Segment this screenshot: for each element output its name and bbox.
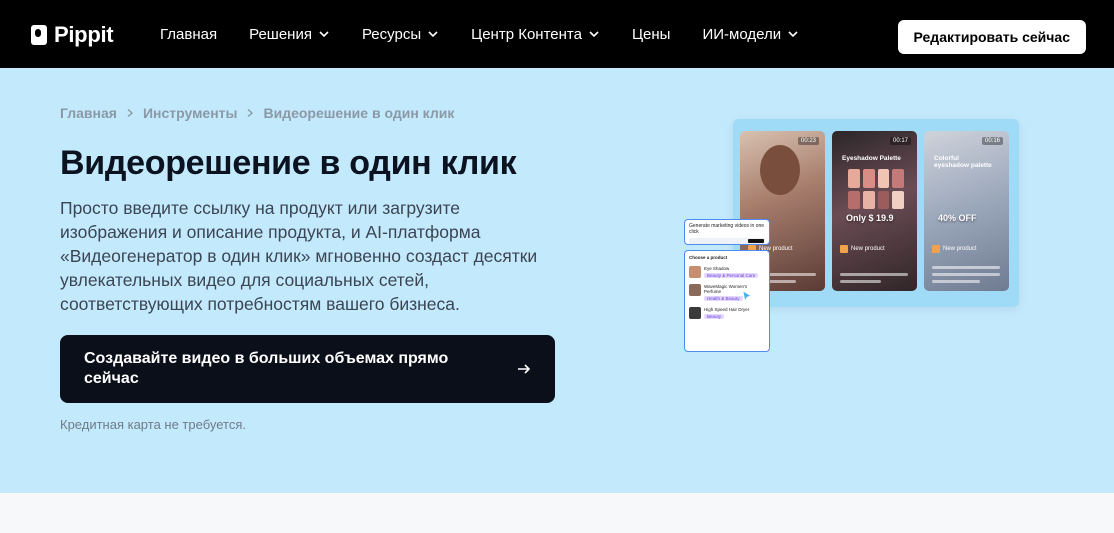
main-menu: Главная Решения Ресурсы Центр Контента Ц… [160,0,799,68]
list-item: WaveMagic Women's Perfume Health & Beauty [689,284,765,301]
nav-item-home[interactable]: Главная [160,26,217,43]
chevron-down-icon [788,31,798,38]
nav-item-label: Ресурсы [361,25,422,43]
new-product-label: New product [932,245,977,253]
video-duration: 00:23 [797,137,819,145]
breadcrumb-tools[interactable]: Инструменты [143,105,238,121]
cursor-icon [742,290,752,302]
chevron-right-icon [127,108,134,118]
video-duration: 00:16 [981,137,1003,145]
caption-bars [932,262,1000,283]
prompt-card: Generate marketing videos in one click [684,219,770,245]
arrow-right-icon [518,364,531,374]
breadcrumb: Главная Инструменты Видеорешение в один … [60,105,454,121]
nav-item-label: ИИ-модели [702,25,782,43]
prompt-card-title: Generate marketing videos in one click [689,223,765,235]
nav-item-ai-models[interactable]: ИИ-модели [702,26,799,43]
no-credit-card-note: Кредитная карта не требуется. [60,417,246,432]
nav-item-solutions[interactable]: Решения [249,26,330,43]
page-title: Видеорешение в один клик [60,144,517,182]
product-thumbnail [689,266,701,278]
hero-description: Просто введите ссылку на продукт или заг… [60,198,538,314]
nav-item-label: Центр Контента [471,25,582,43]
presenter-image [760,145,800,195]
caption-bars [840,269,908,283]
prompt-input [689,238,765,244]
brand-name: Pippit [54,22,114,47]
video-price-overlay: Only $ 19.9 [846,213,894,223]
top-nav: Pippit Главная Решения Ресурсы Центр Кон… [0,0,1114,68]
nav-item-pricing[interactable]: Цены [632,26,671,43]
breadcrumb-home[interactable]: Главная [60,105,117,121]
create-videos-label: Создавайте видео в больших объемах прямо… [84,350,449,387]
video-duration: 00:17 [889,137,911,145]
chevron-right-icon [248,108,254,118]
next-section [0,493,1114,533]
brand-logo[interactable]: Pippit [30,22,114,48]
product-picker-title: Choose a product [689,255,728,260]
nav-item-content-center[interactable]: Центр Контента [471,26,600,43]
nav-item-label: Главная [160,25,218,43]
edit-now-button[interactable]: Редактировать сейчас [897,20,1086,54]
create-videos-button[interactable]: Создавайте видео в больших объемах прямо… [60,335,555,403]
list-item: Eye Shadow Beauty & Personal Care [689,266,765,278]
product-thumbnail [689,307,701,319]
nav-item-label: Цены [631,25,671,43]
video-preview-3: 00:16 Colorful eyeshadow palette 40% OFF… [924,131,1009,291]
new-product-label: New product [840,245,885,253]
nav-item-resources[interactable]: Ресурсы [362,26,439,43]
breadcrumb-current: Видеорешение в один клик [263,105,455,121]
video-preview-2: 00:17 Eyeshadow Palette Only $ 19.9 New … [832,131,917,291]
chevron-down-icon [428,31,438,38]
chevron-down-icon [319,31,329,38]
list-item: High Speed Hair Dryer Beauty [689,307,765,319]
product-thumbnail [689,284,701,296]
pippit-logo-icon [31,25,47,45]
eyeshadow-palette-image [848,169,904,209]
video-caption: Eyeshadow Palette [842,155,901,162]
video-discount-overlay: 40% OFF [938,213,977,223]
product-video-illustration: 00:23 New product 00:17 Eyeshadow Palett… [733,119,1019,307]
chevron-down-icon [589,31,599,38]
nav-item-label: Решения [249,25,312,43]
video-caption: Colorful eyeshadow palette [934,155,992,169]
product-picker-card: Choose a product Eye Shadow Beauty & Pers… [684,250,770,352]
